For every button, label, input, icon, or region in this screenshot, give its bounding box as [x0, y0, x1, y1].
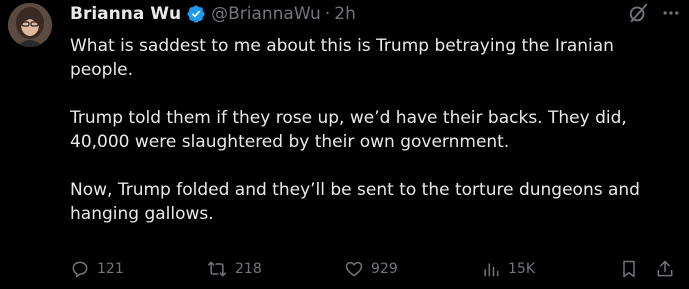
- repost-icon: [206, 259, 228, 279]
- like-icon: [344, 259, 364, 279]
- like-button[interactable]: 929: [344, 259, 398, 279]
- share-icon: [655, 259, 675, 279]
- tweet-action-bar: 121 218 929 15K: [70, 257, 681, 281]
- share-button[interactable]: [655, 259, 675, 279]
- repost-button[interactable]: 218: [206, 259, 262, 279]
- author-handle[interactable]: @BriannaWu: [211, 2, 321, 26]
- reply-count: 121: [97, 261, 124, 277]
- tweet[interactable]: Brianna Wu @BriannaWu · 2h What is sadde: [0, 0, 689, 289]
- reply-icon: [70, 259, 90, 279]
- tweet-timestamp[interactable]: 2h: [334, 2, 356, 26]
- repost-count: 218: [235, 261, 262, 277]
- views-count: 15K: [508, 261, 535, 277]
- avatar[interactable]: [8, 3, 52, 47]
- tweet-text: What is saddest to me about this is Trum…: [70, 36, 640, 224]
- views-icon: [481, 259, 501, 279]
- tweet-header: Brianna Wu @BriannaWu · 2h: [70, 2, 356, 26]
- display-name[interactable]: Brianna Wu: [70, 2, 181, 26]
- avatar-image: [8, 3, 52, 47]
- reply-button[interactable]: 121: [70, 259, 124, 279]
- bookmark-button[interactable]: [619, 259, 639, 279]
- header-separator: ·: [324, 4, 331, 24]
- tweet-top-actions: [627, 2, 681, 24]
- more-icon[interactable]: [661, 3, 681, 23]
- bookmark-icon: [619, 259, 639, 279]
- like-count: 929: [371, 261, 398, 277]
- grok-icon[interactable]: [627, 2, 649, 24]
- verified-badge-icon: [186, 4, 206, 24]
- views-button[interactable]: 15K: [481, 259, 535, 279]
